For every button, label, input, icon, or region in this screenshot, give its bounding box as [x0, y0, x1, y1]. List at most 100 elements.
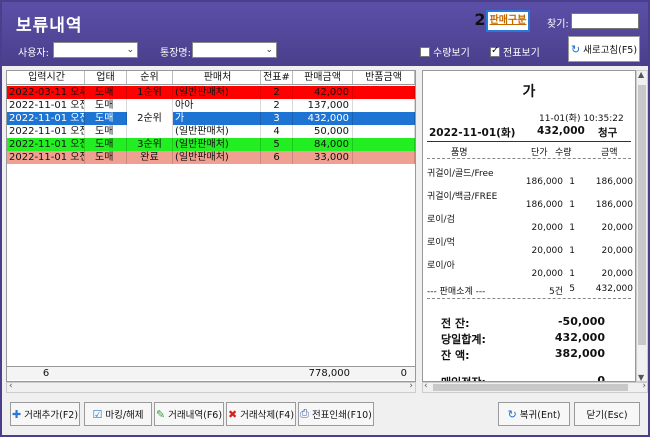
account-select[interactable]: ⌄ [192, 42, 277, 58]
return-button[interactable]: ↻ 복귀(Ent) [498, 402, 570, 426]
cell-type: 도매 [85, 99, 127, 112]
receipt-item-name: 로이/검 [427, 215, 455, 225]
receipt-divider [427, 158, 631, 159]
cell-rank: 1순위 [127, 86, 173, 99]
col-header-amount[interactable]: 판매금액 [293, 71, 353, 84]
balance-label: 잔 액: [441, 349, 470, 362]
cell-buyer: (일반판매처) [173, 151, 261, 164]
transaction-history-label: 거래내역(F6) [168, 410, 223, 421]
cell-time: 2022-11-01 오전 [9, 125, 85, 138]
marking-toggle-label: 마킹/해제 [105, 410, 144, 421]
cell-amount: 84,000 [293, 138, 353, 151]
chevron-right-icon[interactable]: › [409, 381, 413, 391]
print-slip-label: 전표인쇄(F10) [311, 410, 372, 421]
cell-return [353, 125, 415, 138]
receipt-item-amount: 186,000 [595, 200, 633, 210]
chevron-left-icon[interactable]: ‹ [9, 381, 13, 391]
cell-amount: 432,000 [293, 112, 353, 125]
printer-icon: ⎙ [300, 407, 309, 420]
chevron-down-icon: ⌄ [126, 45, 134, 55]
checkbox-checked-icon [490, 45, 500, 57]
receipt-item-name: 로이/먹 [427, 238, 455, 248]
col-header-rank[interactable]: 순위 [127, 71, 173, 84]
sales-type-toggle[interactable]: 판매구분 [486, 10, 530, 32]
cell-return [353, 138, 415, 151]
cell-slip: 6 [261, 151, 293, 164]
cell-type: 도매 [85, 151, 127, 164]
footer-amount-total: 778,000 [308, 368, 350, 379]
cell-slip: 4 [261, 125, 293, 138]
print-slip-button[interactable]: ⎙ 전표인쇄(F10) [298, 402, 374, 426]
refresh-button[interactable]: ↻ 새로고침(F5) [568, 36, 640, 62]
add-transaction-label: 거래추가(F2) [24, 410, 79, 421]
chevron-up-icon[interactable]: ▲ [638, 70, 644, 79]
delete-transaction-button[interactable]: ✖ 거래삭제(F4) [226, 402, 296, 426]
receipt-horizontal-scrollbar[interactable]: ‹ › [422, 381, 648, 393]
prev-balance-value: -50,000 [557, 315, 605, 328]
cell-return [353, 112, 415, 125]
cell-return [353, 99, 415, 112]
col-header-buyer[interactable]: 판매처 [173, 71, 261, 84]
receipt-divider [427, 141, 631, 142]
receipt-subtotal-label: --- 판매소계 --- [427, 287, 486, 297]
find-input[interactable] [571, 13, 639, 29]
col-header-slip[interactable]: 전표# [261, 71, 293, 84]
receipt-col-item: 품명 [451, 148, 468, 158]
cell-amount: 50,000 [293, 125, 353, 138]
footer-count: 6 [42, 368, 50, 379]
grid-horizontal-scrollbar[interactable]: ‹ › [6, 381, 416, 393]
cell-return [353, 86, 415, 99]
receipt-item-name: 귀걸이/골드/Free [427, 169, 494, 179]
delete-transaction-label: 거래삭제(F4) [240, 410, 295, 421]
receipt-preview: 가 11-01(화) 10:35:22 2022-11-01(화) 432,00… [422, 70, 636, 382]
cell-type: 도매 [85, 138, 127, 151]
receipt-item-name: 로이/아 [427, 261, 455, 271]
cell-rank: 완료 [127, 151, 173, 164]
transaction-history-button[interactable]: ✎ 거래내역(F6) [154, 402, 224, 426]
show-quantity-checkbox[interactable]: 수량보기 [420, 44, 470, 59]
cell-amount: 137,000 [293, 99, 353, 112]
scroll-thumb[interactable] [433, 384, 628, 391]
cell-time: 2022-11-01 오전 [9, 138, 85, 151]
hold-list-grid[interactable]: 입력시간 업태 순위 판매처 전표# 판매금액 반품금액 2022-03-11 … [6, 70, 416, 382]
receipt-item-amount: 20,000 [601, 269, 634, 279]
checkbox-icon: ☑ [92, 407, 103, 421]
chevron-down-icon: ⌄ [265, 45, 273, 55]
marking-toggle-button[interactable]: ☑ 마킹/해제 [84, 402, 152, 426]
cell-buyer: 아아 [173, 99, 261, 112]
table-row[interactable]: 2022-11-01 오전 도매 완료 (일반판매처) 6 33,000 [7, 151, 415, 164]
table-row[interactable]: 2022-11-01 오전 도매 아아 2 137,000 [7, 99, 415, 112]
show-slip-checkbox[interactable]: 전표보기 [490, 44, 540, 59]
add-transaction-button[interactable]: ✚ 거래추가(F2) [10, 402, 80, 426]
col-header-type[interactable]: 업태 [85, 71, 127, 84]
day-total-label: 당일합계: [441, 333, 486, 346]
grid-header: 입력시간 업태 순위 판매처 전표# 판매금액 반품금액 [7, 71, 415, 85]
user-label: 사용자: [18, 48, 49, 59]
chevron-left-icon[interactable]: ‹ [424, 381, 428, 391]
receipt-vertical-scrollbar[interactable]: ▲ ▼ [636, 70, 648, 382]
receipt-item-price: 20,000 [531, 246, 564, 256]
chevron-right-icon[interactable]: › [642, 381, 646, 391]
show-quantity-label: 수량보기 [433, 48, 470, 59]
table-row[interactable]: 2022-11-01 오전 도매 2순위 가 3 432,000 [7, 112, 415, 125]
cell-time: 2022-03-11 오후 [9, 86, 85, 99]
cell-buyer: 가 [173, 112, 261, 125]
receipt-item-price: 20,000 [531, 269, 564, 279]
hold-history-window: 보류내역 2 판매구분 찾기: 사용자: ⌄ 통장명: ⌄ 수량보기 전표보기 … [0, 0, 650, 437]
receipt-item-qty: 1 [569, 200, 575, 210]
cell-amount: 42,000 [293, 86, 353, 99]
receipt-item-amount: 186,000 [595, 177, 633, 187]
scroll-thumb[interactable] [638, 85, 646, 345]
table-row[interactable]: 2022-11-01 오전 도매 (일반판매처) 4 50,000 [7, 125, 415, 138]
user-select[interactable]: ⌄ [53, 42, 138, 58]
col-header-return[interactable]: 반품금액 [353, 71, 415, 84]
return-label: 복귀(Ent) [519, 410, 561, 421]
receipt-col-qty: 수량 [555, 148, 572, 158]
close-button[interactable]: 닫기(Esc) [574, 402, 640, 426]
checkbox-icon [420, 46, 430, 57]
table-row[interactable]: 2022-11-01 오전 도매 3순위 (일반판매처) 5 84,000 [7, 138, 415, 151]
col-header-time[interactable]: 입력시간 [7, 71, 85, 84]
table-row[interactable]: 2022-03-11 오후 도매 1순위 (일반판매처) 2 42,000 [7, 86, 415, 99]
receipt-item-qty: 1 [569, 269, 575, 279]
receipt-col-price: 단가 [531, 148, 548, 158]
